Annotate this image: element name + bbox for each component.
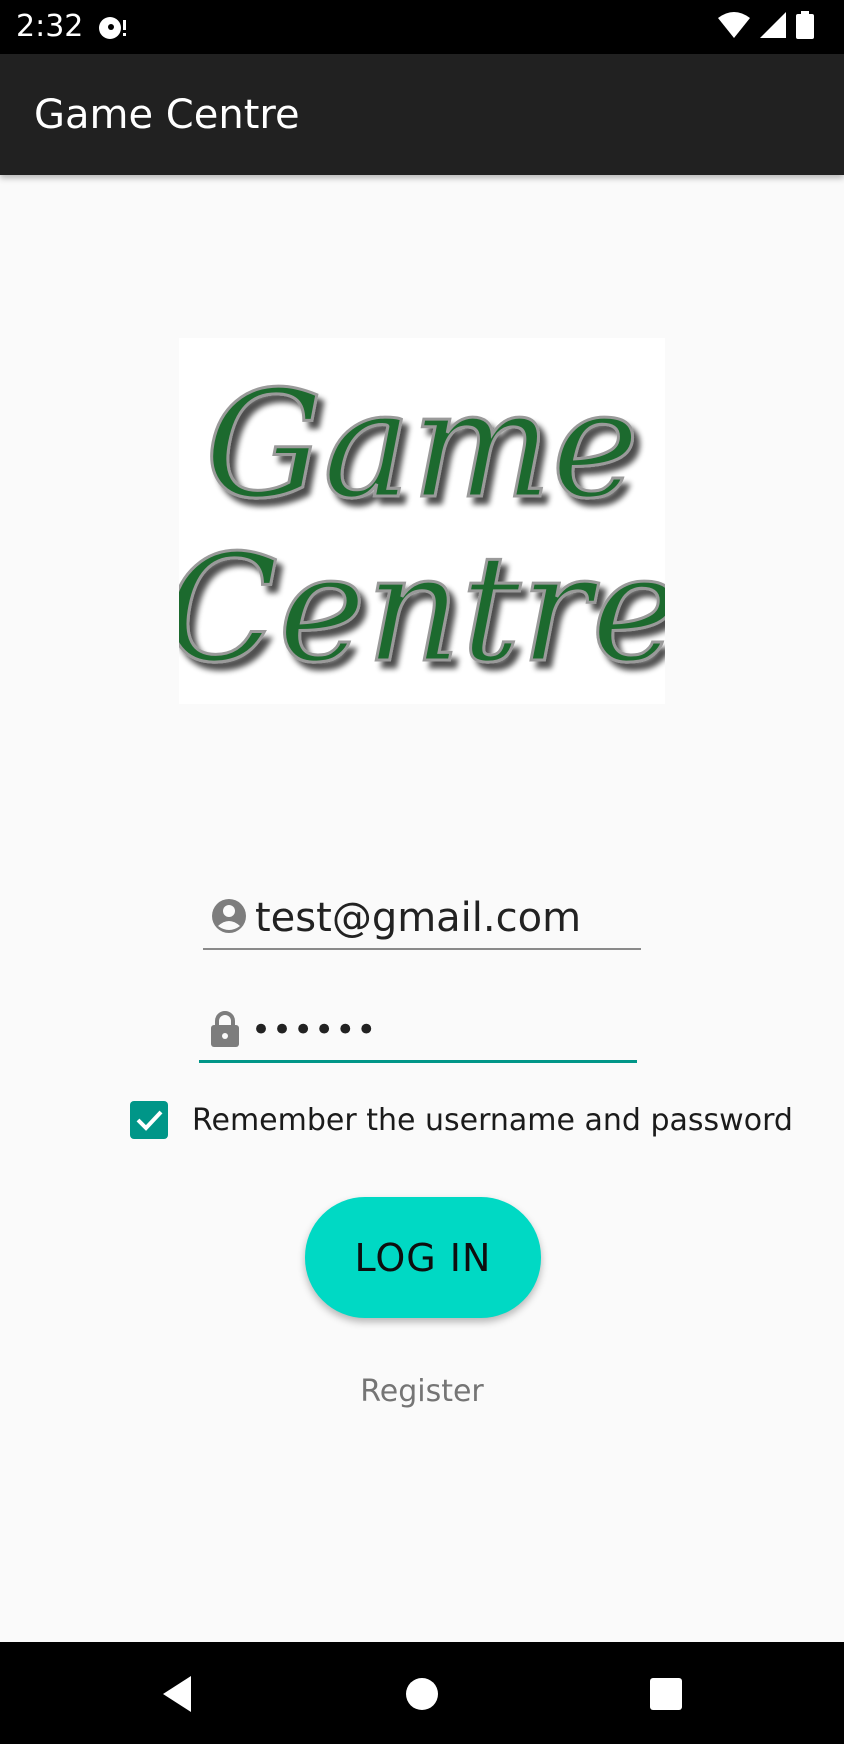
battery-icon xyxy=(796,10,814,44)
login-button[interactable]: LOG IN xyxy=(305,1197,541,1318)
recents-icon[interactable] xyxy=(644,1672,688,1716)
navigation-bar xyxy=(0,1642,844,1744)
register-link[interactable]: Register xyxy=(322,1374,522,1409)
svg-text:Centre: Centre xyxy=(179,523,665,695)
checkmark-icon xyxy=(136,1110,163,1131)
account-circle-icon xyxy=(211,898,247,938)
lock-icon xyxy=(210,1010,246,1050)
email-input[interactable] xyxy=(255,892,635,944)
svg-text:Game: Game xyxy=(205,359,639,531)
cell-signal-icon xyxy=(760,11,786,43)
password-input[interactable]: •••••• xyxy=(251,1004,631,1056)
remember-label: Remember the username and password xyxy=(192,1102,793,1138)
home-icon[interactable] xyxy=(400,1672,444,1716)
status-bar: 2:32 xyxy=(0,0,844,54)
status-icons xyxy=(718,10,814,44)
status-time: 2:32 xyxy=(16,9,84,44)
remember-checkbox[interactable] xyxy=(130,1101,168,1139)
email-field[interactable] xyxy=(203,888,641,950)
app-title: Game Centre xyxy=(34,92,300,138)
media-notification-icon xyxy=(98,14,128,42)
back-icon[interactable] xyxy=(155,1672,199,1716)
remember-row[interactable]: Remember the username and password xyxy=(130,1099,793,1141)
password-field[interactable]: •••••• xyxy=(199,1000,637,1063)
game-centre-logo: Game Centre xyxy=(179,338,665,704)
app-bar: Game Centre xyxy=(0,54,844,175)
wifi-icon xyxy=(718,11,750,43)
